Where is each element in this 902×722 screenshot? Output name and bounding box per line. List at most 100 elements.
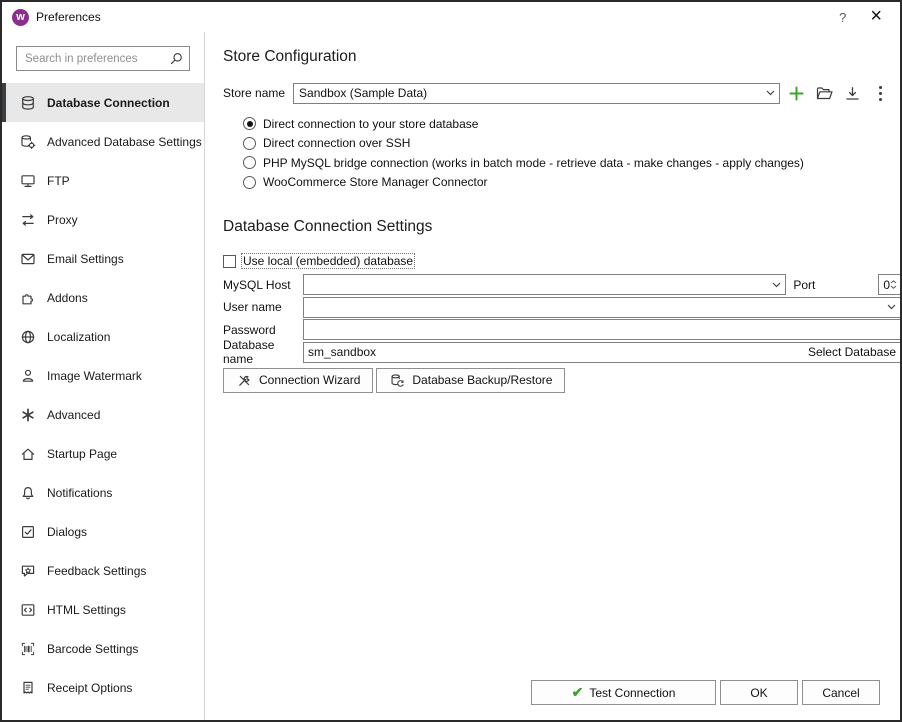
backup-restore-label: Database Backup/Restore bbox=[412, 373, 552, 387]
import-store-icon-button[interactable] bbox=[840, 82, 864, 104]
help-button[interactable]: ? bbox=[825, 8, 860, 27]
radio-icon[interactable] bbox=[243, 117, 256, 130]
database-icon bbox=[19, 94, 36, 111]
radio-woocommerce-connector[interactable]: WooCommerce Store Manager Connector bbox=[243, 173, 901, 193]
sidebar-item-feedback-settings[interactable]: Feedback Settings bbox=[2, 551, 204, 590]
sidebar-item-email-settings[interactable]: Email Settings bbox=[2, 239, 204, 278]
select-database-link[interactable]: Select Database bbox=[808, 345, 896, 359]
user-name-row: User name bbox=[223, 297, 901, 318]
store-name-row: Store name Sandbox (Sample Data) bbox=[223, 82, 901, 104]
sidebar-item-barcode-settings[interactable]: Barcode Settings bbox=[2, 629, 204, 668]
sidebar-item-label: Startup Page bbox=[47, 447, 117, 461]
sidebar-item-advanced-database-settings[interactable]: Advanced Database Settings bbox=[2, 122, 204, 161]
footer-buttons: ✔ Test Connection OK Cancel bbox=[531, 680, 880, 705]
check-icon: ✔ bbox=[572, 684, 584, 701]
database-connection-settings-heading: Database Connection Settings bbox=[223, 218, 901, 236]
radio-icon[interactable] bbox=[243, 156, 256, 169]
sidebar: Database Connection Advanced Database Se… bbox=[2, 32, 205, 720]
sidebar-item-receipt-options[interactable]: Receipt Options bbox=[2, 668, 204, 707]
radio-php-bridge[interactable]: PHP MySQL bridge connection (works in ba… bbox=[243, 153, 901, 173]
asterisk-icon bbox=[19, 406, 36, 423]
bell-icon bbox=[19, 484, 36, 501]
connection-wizard-button[interactable]: Connection Wizard bbox=[223, 368, 373, 393]
password-label: Password bbox=[223, 323, 303, 337]
sidebar-item-proxy[interactable]: Proxy bbox=[2, 200, 204, 239]
barcode-icon bbox=[19, 640, 36, 657]
wizard-buttons-row: Connection Wizard Database Backup/Restor… bbox=[223, 368, 901, 393]
home-icon bbox=[19, 445, 36, 462]
sidebar-item-label: Advanced Database Settings bbox=[47, 135, 202, 149]
sidebar-item-label: Image Watermark bbox=[47, 369, 142, 383]
store-name-value: Sandbox (Sample Data) bbox=[299, 86, 762, 100]
ok-label: OK bbox=[750, 686, 767, 700]
sidebar-item-startup-page[interactable]: Startup Page bbox=[2, 434, 204, 473]
sidebar-item-image-watermark[interactable]: Image Watermark bbox=[2, 356, 204, 395]
checkbox-check-icon bbox=[19, 523, 36, 540]
port-stepper[interactable]: 0 bbox=[878, 274, 901, 295]
store-configuration-heading: Store Configuration bbox=[223, 48, 901, 66]
add-store-button[interactable] bbox=[784, 82, 808, 104]
port-value: 0 bbox=[883, 278, 890, 292]
user-name-select[interactable] bbox=[303, 297, 901, 318]
search-input[interactable] bbox=[23, 52, 168, 66]
mysql-host-row: MySQL Host Port 0 bbox=[223, 274, 901, 295]
database-backup-restore-button[interactable]: Database Backup/Restore bbox=[376, 368, 565, 393]
sidebar-item-ftp[interactable]: FTP bbox=[2, 161, 204, 200]
radio-icon[interactable] bbox=[243, 137, 256, 150]
sidebar-item-advanced[interactable]: Advanced bbox=[2, 395, 204, 434]
sidebar-item-database-connection[interactable]: Database Connection bbox=[2, 83, 204, 122]
radio-icon[interactable] bbox=[243, 176, 256, 189]
sidebar-item-label: HTML Settings bbox=[47, 603, 126, 617]
sidebar-item-label: FTP bbox=[47, 174, 70, 188]
sidebar-item-localization[interactable]: Localization bbox=[2, 317, 204, 356]
connection-type-radio-group: Direct connection to your store database… bbox=[243, 114, 901, 192]
use-local-db-label: Use local (embedded) database bbox=[242, 254, 414, 268]
open-folder-icon-button[interactable] bbox=[812, 82, 836, 104]
password-field[interactable] bbox=[308, 323, 896, 337]
receipt-icon bbox=[19, 679, 36, 696]
mysql-host-label: MySQL Host bbox=[223, 278, 303, 292]
proxy-icon bbox=[19, 211, 36, 228]
chevron-down-icon bbox=[887, 304, 896, 310]
sidebar-item-html-settings[interactable]: HTML Settings bbox=[2, 590, 204, 629]
close-button[interactable]: × bbox=[860, 8, 892, 26]
database-name-field-wrap[interactable]: Select Database bbox=[303, 342, 901, 363]
ftp-monitor-icon bbox=[19, 172, 36, 189]
sidebar-item-notifications[interactable]: Notifications bbox=[2, 473, 204, 512]
feedback-bubble-icon bbox=[19, 562, 36, 579]
app-logo-icon: w bbox=[12, 9, 29, 26]
window-body: Database Connection Advanced Database Se… bbox=[2, 32, 900, 720]
sidebar-item-label: Dialogs bbox=[47, 525, 87, 539]
use-local-db-row[interactable]: Use local (embedded) database bbox=[223, 250, 901, 272]
sidebar-item-dialogs[interactable]: Dialogs bbox=[2, 512, 204, 551]
titlebar: w Preferences ? × bbox=[2, 2, 900, 32]
user-name-label: User name bbox=[223, 300, 303, 314]
test-connection-button[interactable]: ✔ Test Connection bbox=[531, 680, 716, 705]
ok-button[interactable]: OK bbox=[720, 680, 798, 705]
database-sync-icon bbox=[389, 372, 406, 389]
mysql-host-select[interactable] bbox=[303, 274, 786, 295]
sidebar-item-label: Notifications bbox=[47, 486, 112, 500]
radio-direct-db[interactable]: Direct connection to your store database bbox=[243, 114, 901, 134]
password-field-wrap[interactable] bbox=[303, 319, 901, 340]
store-more-menu-button[interactable] bbox=[868, 82, 892, 104]
use-local-db-checkbox[interactable] bbox=[223, 255, 236, 268]
window-title: Preferences bbox=[36, 10, 101, 24]
store-name-select[interactable]: Sandbox (Sample Data) bbox=[293, 83, 780, 104]
sidebar-item-label: Feedback Settings bbox=[47, 564, 146, 578]
sidebar-item-label: Receipt Options bbox=[47, 681, 132, 695]
port-spin-buttons[interactable] bbox=[890, 280, 900, 289]
cancel-label: Cancel bbox=[822, 686, 859, 700]
cancel-button[interactable]: Cancel bbox=[802, 680, 880, 705]
puzzle-icon bbox=[19, 289, 36, 306]
globe-icon bbox=[19, 328, 36, 345]
sidebar-item-addons[interactable]: Addons bbox=[2, 278, 204, 317]
wizard-tools-icon bbox=[236, 372, 253, 389]
email-icon bbox=[19, 250, 36, 267]
sidebar-item-label: Addons bbox=[47, 291, 88, 305]
database-name-label: Database name bbox=[223, 338, 303, 366]
radio-ssh[interactable]: Direct connection over SSH bbox=[243, 134, 901, 154]
search-box[interactable] bbox=[16, 46, 190, 71]
port-label: Port bbox=[793, 278, 873, 292]
database-name-field[interactable] bbox=[308, 345, 808, 359]
